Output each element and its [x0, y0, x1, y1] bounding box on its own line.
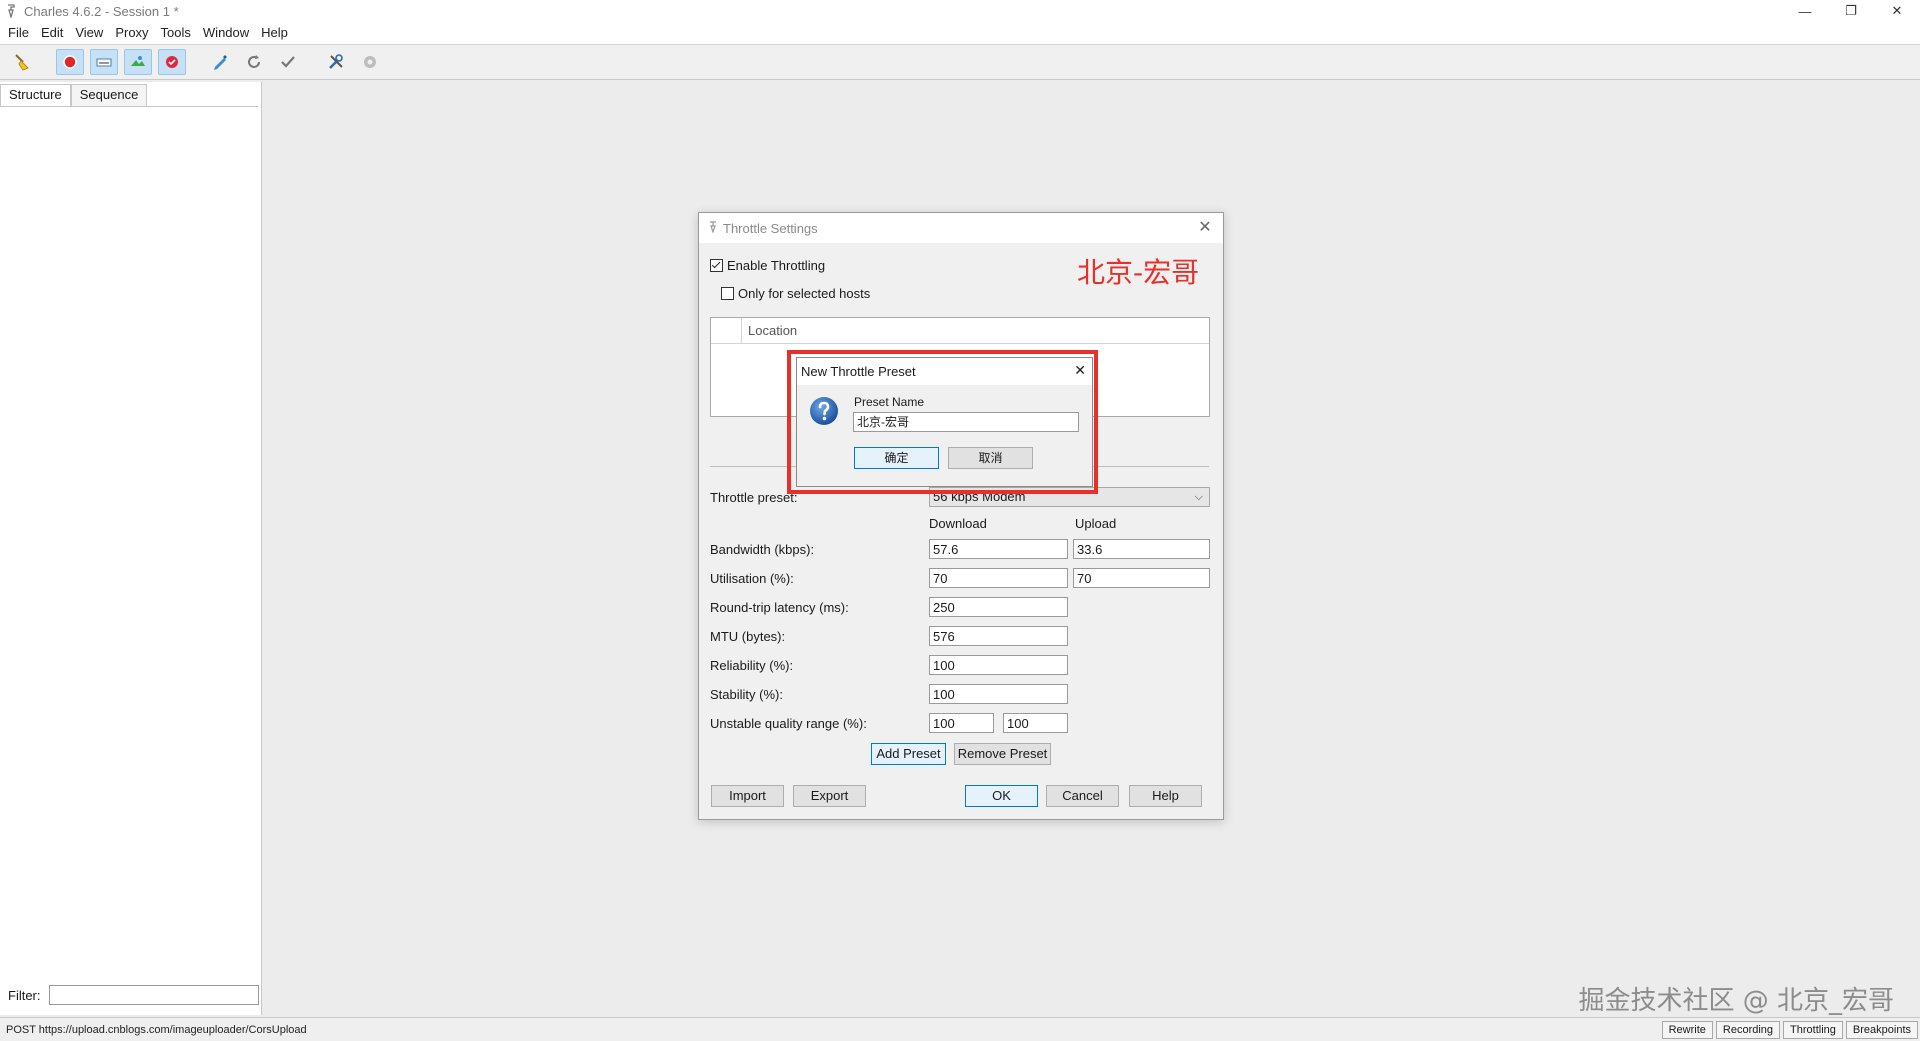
utilisation-label: Utilisation (%):	[710, 571, 794, 586]
enabled-column-header	[711, 318, 742, 343]
throttle-preset-label: Throttle preset:	[710, 490, 798, 505]
upload-column-label: Upload	[1075, 516, 1117, 531]
filter-row: Filter:	[8, 985, 259, 1005]
close-icon[interactable]: ✕	[1195, 217, 1215, 237]
unstable-range-label: Unstable quality range (%):	[710, 716, 867, 731]
filter-label: Filter:	[8, 987, 41, 1003]
title-bar: Charles 4.6.2 - Session 1 * — ❐ ✕	[0, 0, 1920, 22]
toolbar	[0, 45, 1920, 80]
location-table-header: Location	[711, 318, 1209, 344]
remove-preset-button[interactable]: Remove Preset	[954, 743, 1051, 765]
reliability-label: Reliability (%):	[710, 658, 794, 673]
minimize-button[interactable]: —	[1782, 0, 1828, 22]
checkbox-unchecked-icon	[721, 287, 734, 300]
mtu-label: MTU (bytes):	[710, 629, 786, 644]
menu-help[interactable]: Help	[255, 22, 294, 44]
menu-window[interactable]: Window	[197, 22, 255, 44]
charles-app-icon	[709, 220, 717, 236]
menu-proxy[interactable]: Proxy	[109, 22, 154, 44]
throttle-icon[interactable]	[90, 49, 118, 75]
close-window-button[interactable]: ✕	[1874, 0, 1920, 22]
tab-divider	[0, 106, 258, 107]
settings-icon[interactable]	[356, 49, 384, 75]
recording-status-button[interactable]: Recording	[1715, 1021, 1781, 1039]
stability-label: Stability (%):	[710, 687, 783, 702]
dialog-title-bar: Throttle Settings	[699, 213, 1223, 243]
status-text: POST https://upload.cnblogs.com/imageupl…	[6, 1023, 307, 1036]
validate-icon[interactable]	[274, 49, 302, 75]
unstable-range-low-input[interactable]: 100	[929, 713, 994, 733]
stability-input[interactable]: 100	[929, 684, 1068, 704]
latency-input[interactable]: 250	[929, 597, 1068, 617]
tab-sequence[interactable]: Sequence	[70, 84, 148, 106]
add-preset-button[interactable]: Add Preset	[871, 743, 946, 765]
throttling-status-button[interactable]: Throttling	[1783, 1021, 1843, 1039]
structure-panel: Structure Sequence Filter:	[0, 82, 262, 1015]
record-icon[interactable]	[56, 49, 84, 75]
window-controls: — ❐ ✕	[1782, 0, 1920, 22]
broom-icon[interactable]	[8, 49, 36, 75]
bandwidth-upload-input[interactable]: 33.6	[1073, 539, 1210, 559]
download-column-label: Download	[929, 516, 987, 531]
brand-text: 北京-宏哥	[1077, 256, 1200, 289]
window-title: Charles 4.6.2 - Session 1 *	[24, 3, 179, 19]
unstable-range-high-input[interactable]: 100	[1003, 713, 1068, 733]
status-buttons: Rewrite Recording Throttling Breakpoints	[1659, 1021, 1918, 1039]
only-selected-hosts-label: Only for selected hosts	[738, 286, 871, 301]
status-bar: POST https://upload.cnblogs.com/imageupl…	[0, 1017, 1920, 1041]
chevron-down-icon: ⌵	[1194, 491, 1203, 503]
watermark-text: 掘金技术社区 @ 北京_宏哥	[1578, 986, 1894, 1016]
import-button[interactable]: Import	[711, 785, 784, 807]
tab-structure[interactable]: Structure	[0, 84, 71, 106]
utilisation-download-input[interactable]: 70	[929, 568, 1068, 588]
menu-view[interactable]: View	[69, 22, 109, 44]
latency-label: Round-trip latency (ms):	[710, 600, 849, 615]
dialog-title: Throttle Settings	[723, 220, 818, 236]
charles-app-icon	[6, 4, 18, 18]
help-button[interactable]: Help	[1129, 785, 1202, 807]
view-tabs: Structure Sequence	[0, 84, 148, 106]
rewrite-status-button[interactable]: Rewrite	[1661, 1021, 1713, 1039]
export-button[interactable]: Export	[793, 785, 866, 807]
throttle-settings-dialog: Throttle Settings ✕ 北京-宏哥 Enable Throttl…	[698, 212, 1224, 820]
cancel-button[interactable]: Cancel	[1046, 785, 1119, 807]
only-selected-hosts-checkbox[interactable]: Only for selected hosts	[721, 286, 870, 301]
ok-button[interactable]: OK	[965, 785, 1038, 807]
menu-edit[interactable]: Edit	[35, 22, 69, 44]
checkbox-checked-icon	[710, 259, 723, 272]
location-column-header: Location	[748, 323, 798, 338]
menu-file[interactable]: File	[0, 22, 35, 44]
menu-tools[interactable]: Tools	[155, 22, 197, 44]
bandwidth-download-input[interactable]: 57.6	[929, 539, 1068, 559]
repeat-icon[interactable]	[240, 49, 268, 75]
restore-button[interactable]: ❐	[1828, 0, 1874, 22]
filter-input[interactable]	[48, 985, 259, 1005]
reliability-input[interactable]: 100	[929, 655, 1068, 675]
breakpoints-status-button[interactable]: Breakpoints	[1845, 1021, 1918, 1039]
map-icon[interactable]	[124, 49, 152, 75]
bandwidth-label: Bandwidth (kbps):	[710, 542, 815, 557]
menu-bar: File Edit View Proxy Tools Window Help	[0, 22, 1920, 45]
utilisation-upload-input[interactable]: 70	[1073, 568, 1210, 588]
mtu-input[interactable]: 576	[929, 626, 1068, 646]
breakpoint-icon[interactable]	[158, 49, 186, 75]
enable-throttling-checkbox[interactable]: Enable Throttling	[710, 258, 825, 273]
red-highlight-box	[787, 350, 1098, 494]
tools-icon[interactable]	[322, 49, 350, 75]
enable-throttling-label: Enable Throttling	[727, 258, 826, 273]
compose-icon[interactable]	[206, 49, 234, 75]
